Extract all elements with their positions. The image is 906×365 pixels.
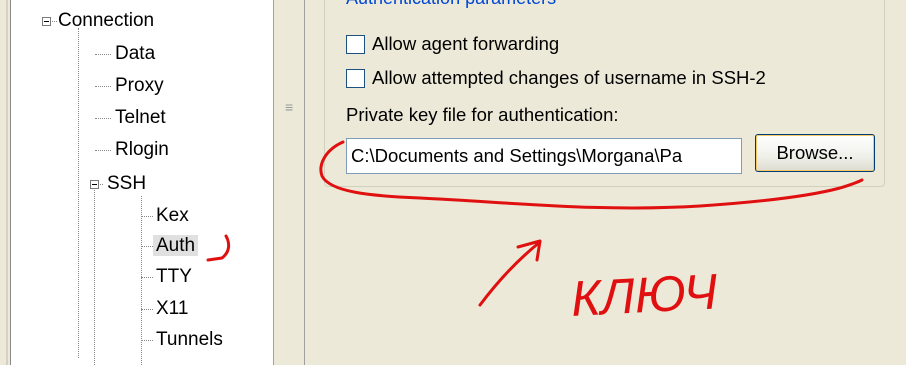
checkbox-label: Allow attempted changes of username in S…	[372, 67, 766, 88]
options-panel: Authentication parameters Allow agent fo…	[305, 0, 906, 365]
tree-line	[141, 196, 142, 365]
tree-line	[141, 340, 153, 341]
username-change-option[interactable]: Allow attempted changes of username in S…	[346, 66, 766, 90]
key-file-label: Private key file for authentication:	[346, 104, 619, 125]
tree-line	[95, 118, 111, 119]
tree-item-x11[interactable]: X11	[156, 297, 188, 321]
tree-item-label: X11	[156, 298, 189, 319]
tree-line	[95, 86, 111, 87]
tree-line	[95, 150, 111, 151]
browse-button[interactable]: Browse...	[755, 134, 875, 172]
tree-line	[141, 216, 153, 217]
tree-item-label: Connection	[58, 10, 155, 31]
group-title: Authentication parameters	[343, 0, 560, 8]
tree-line	[141, 277, 153, 278]
agent-forwarding-checkbox[interactable]	[346, 34, 365, 54]
tree-item-tty[interactable]: TTY	[156, 265, 192, 289]
tree-line	[94, 190, 95, 365]
agent-forwarding-option[interactable]: Allow agent forwarding	[346, 32, 559, 56]
tree-item-rlogin[interactable]: Rlogin	[115, 138, 169, 162]
tree-item-auth[interactable]: Auth	[153, 234, 199, 258]
pane-splitter[interactable]: ≡	[273, 0, 305, 365]
checkbox-label: Allow agent forwarding	[372, 33, 560, 54]
tree-item-label: Tunnels	[156, 329, 223, 350]
tree-item-label: Telnet	[115, 107, 166, 128]
collapse-icon-ssh[interactable]	[90, 180, 99, 189]
tree-item-label: Rlogin	[115, 139, 169, 160]
tree-item-telnet[interactable]: Telnet	[115, 106, 166, 130]
tree-item-label: Data	[115, 43, 156, 64]
tree-line	[141, 309, 153, 310]
tree-item-data[interactable]: Data	[115, 42, 155, 66]
tree-item-label: Kex	[156, 205, 189, 226]
tree-item-connection[interactable]: Connection	[58, 9, 154, 33]
splitter-grip-icon: ≡	[285, 99, 294, 115]
window-left-border	[0, 0, 11, 365]
tree-item-label: SSH	[107, 173, 147, 194]
tree-item-ssh[interactable]: SSH	[107, 172, 146, 196]
tree-line	[78, 28, 79, 358]
tree-item-tunnels[interactable]: Tunnels	[156, 328, 223, 352]
private-key-file-input[interactable]: C:\Documents and Settings\Morgana\Pa	[346, 138, 742, 174]
tree-line	[141, 246, 153, 247]
tree-item-kex[interactable]: Kex	[156, 204, 189, 228]
tree-item-label: Proxy	[115, 75, 164, 96]
category-tree[interactable]: Connection Data Proxy Telnet Rlogin SSH …	[11, 0, 273, 365]
tree-item-label: TTY	[156, 266, 192, 287]
username-change-checkbox[interactable]	[346, 68, 365, 88]
tree-item-proxy[interactable]: Proxy	[115, 74, 164, 98]
tree-line	[95, 54, 111, 55]
tree-item-label: Auth	[153, 235, 199, 256]
collapse-icon-connection[interactable]	[42, 17, 51, 26]
